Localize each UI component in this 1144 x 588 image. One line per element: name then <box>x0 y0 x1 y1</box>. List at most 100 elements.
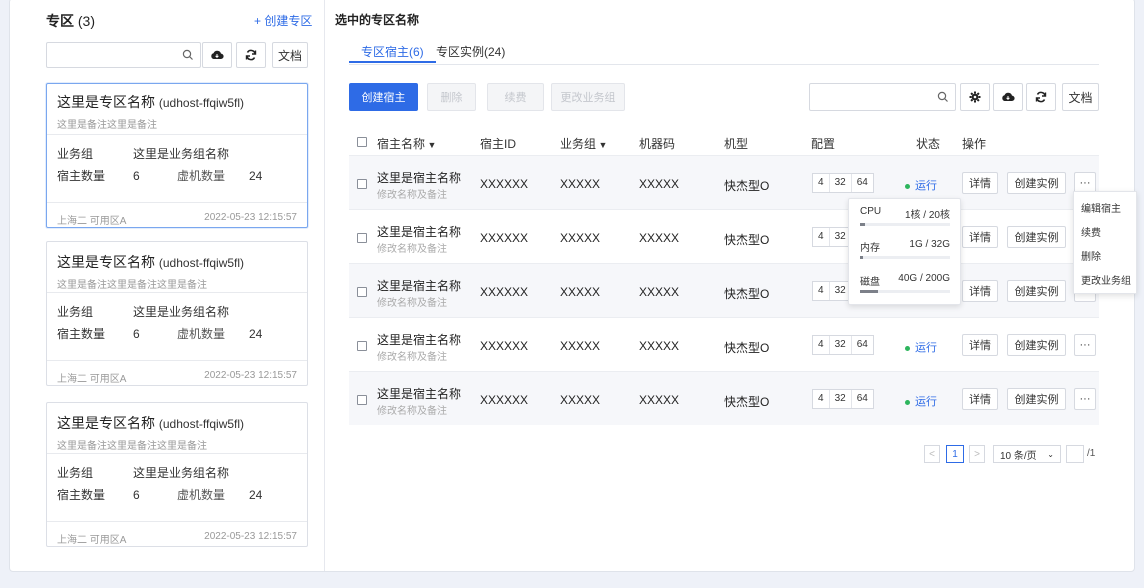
menu-item-delete[interactable]: 删除 <box>1081 248 1101 263</box>
edit-name-link[interactable]: 修改名称及备注 <box>377 294 447 309</box>
row-checkbox[interactable] <box>357 233 367 243</box>
host-group: XXXXX <box>560 177 601 191</box>
column-header-group[interactable]: 业务组 ▼ <box>560 135 607 152</box>
zone-name: 这里是专区名称 (udhost-ffqiw5fl) <box>57 254 245 270</box>
gear-icon <box>969 91 981 103</box>
create-host-button[interactable]: 创建宿主 <box>349 83 418 111</box>
status-dot-icon <box>905 345 910 351</box>
detail-button[interactable]: 详情 <box>962 334 998 356</box>
edit-name-link[interactable]: 修改名称及备注 <box>377 402 447 417</box>
zone-card-body: 业务组 这里是业务组名称 宿主数量 6 虚机数量 24 <box>47 454 307 522</box>
renew-button[interactable]: 续费 <box>487 83 544 111</box>
detail-button[interactable]: 详情 <box>962 226 998 248</box>
row-checkbox[interactable] <box>357 395 367 405</box>
create-instance-button[interactable]: 创建实例 <box>1007 334 1066 356</box>
group-label: 业务组 <box>57 305 94 319</box>
page-jump-input[interactable] <box>1066 445 1084 463</box>
menu-item-edit-host[interactable]: 编辑宿主 <box>1081 200 1121 215</box>
page-title: 选中的专区名称 <box>335 13 420 27</box>
row-checkbox[interactable] <box>357 341 367 351</box>
host-search-input[interactable] <box>809 83 956 111</box>
row-checkbox[interactable] <box>357 179 367 189</box>
column-header-ops: 操作 <box>962 137 987 151</box>
create-instance-button[interactable]: 创建实例 <box>1007 388 1066 410</box>
docs-button[interactable]: 文档 <box>272 42 308 68</box>
page-size-select[interactable]: 10 条/页 ⌄ <box>993 445 1061 463</box>
next-page-button[interactable]: > <box>969 445 985 463</box>
host-group: XXXXX <box>560 393 601 407</box>
more-actions-button[interactable]: ··· <box>1074 334 1096 356</box>
config-memory: 32 <box>830 174 852 192</box>
search-icon <box>182 49 193 60</box>
filter-icon[interactable]: ▼ <box>425 140 437 150</box>
host-group: XXXXX <box>560 339 601 353</box>
column-header-name[interactable]: 宿主名称 ▼ <box>377 135 436 152</box>
zone-detail-panel: 选中的专区名称 专区宿主(6) 专区实例(24) 创建宿主 删除 续费 更改业务… <box>326 0 1134 571</box>
zone-card[interactable]: 这里是专区名称 (udhost-ffqiw5fl) 这里是备注这里是备注这里是备… <box>46 402 308 547</box>
config-summary[interactable]: 432 64 <box>812 173 874 193</box>
tab-bar: 专区宿主(6) 专区实例(24) <box>349 43 1099 65</box>
detail-button[interactable]: 详情 <box>962 280 998 302</box>
cloud-download-button[interactable] <box>993 83 1023 111</box>
detail-button[interactable]: 详情 <box>962 388 998 410</box>
host-id: XXXXXX <box>480 231 529 245</box>
zone-name: 这里是专区名称 (udhost-ffqiw5fl) <box>57 415 245 431</box>
row-checkbox[interactable] <box>357 287 367 297</box>
column-header-id: 宿主ID <box>480 137 517 151</box>
detail-button[interactable]: 详情 <box>962 172 998 194</box>
table-row[interactable]: 这里是宿主名称修改名称及备注XXXXXXXXXXXXXXXX快杰型O43264运… <box>349 317 1099 371</box>
create-instance-button[interactable]: 创建实例 <box>1007 226 1066 248</box>
host-name: 这里是宿主名称 <box>377 333 462 347</box>
machine-code: XXXXX <box>639 177 680 191</box>
table-row[interactable]: 这里是宿主名称修改名称及备注XXXXXXXXXXXXXXXX快杰型O43264运… <box>349 263 1099 317</box>
config-usage-popover: CPU 1核 / 20核 内存 1G / 32G 磁盘 40G / 200G <box>848 198 961 305</box>
edit-name-link[interactable]: 修改名称及备注 <box>377 348 447 363</box>
tab-hosts[interactable]: 专区宿主(6) <box>349 43 436 63</box>
delete-button[interactable]: 删除 <box>427 83 476 111</box>
prev-page-button[interactable]: < <box>924 445 940 463</box>
docs-button[interactable]: 文档 <box>1062 83 1099 111</box>
table-row[interactable]: 这里是宿主名称修改名称及备注XXXXXXXXXXXXXXXX快杰型O43264运… <box>349 155 1099 209</box>
zone-list-title: 专区 (3) <box>46 13 96 29</box>
config-summary[interactable]: 432 64 <box>812 335 874 355</box>
select-all-checkbox[interactable] <box>357 137 367 147</box>
status-badge: 运行 <box>905 177 937 193</box>
tab-instances[interactable]: 专区实例(24) <box>436 43 505 60</box>
refresh-button[interactable] <box>1026 83 1056 111</box>
host-model: 快杰型O <box>724 179 770 193</box>
create-instance-button[interactable]: 创建实例 <box>1007 280 1066 302</box>
zone-created-time: 2022-05-23 12:15:57 <box>204 212 297 223</box>
host-id: XXXXXX <box>480 285 529 299</box>
cloud-icon <box>1002 92 1015 102</box>
menu-item-change-group[interactable]: 更改业务组 <box>1081 272 1131 287</box>
edit-name-link[interactable]: 修改名称及备注 <box>377 240 447 255</box>
settings-button[interactable] <box>960 83 990 111</box>
zone-note: 这里是备注这里是备注这里是备注 <box>57 441 207 452</box>
refresh-button[interactable] <box>236 42 266 68</box>
more-actions-button[interactable]: ··· <box>1074 388 1096 410</box>
create-instance-button[interactable]: 创建实例 <box>1007 172 1066 194</box>
filter-icon[interactable]: ▼ <box>596 140 608 150</box>
zone-card-footer: 上海二 可用区A 2022-05-23 12:15:57 <box>47 203 307 233</box>
create-zone-link[interactable]: + 创建专区 <box>254 12 312 29</box>
zone-card[interactable]: 这里是专区名称 (udhost-ffqiw5fl) 这里是备注这里是备注这里是备… <box>46 241 308 386</box>
zone-search-input[interactable] <box>46 42 201 68</box>
zone-created-time: 2022-05-23 12:15:57 <box>204 531 297 542</box>
cloud-download-button[interactable] <box>202 42 232 68</box>
host-name: 这里是宿主名称 <box>377 279 462 293</box>
group-value: 这里是业务组名称 <box>133 147 230 161</box>
vms-label: 虚机数量 <box>177 488 226 502</box>
refresh-icon <box>245 49 257 61</box>
page-number[interactable]: 1 <box>946 445 964 463</box>
zone-card[interactable]: 这里是专区名称 (udhost-ffqiw5fl) 这里是备注这里是备注 业务组… <box>46 83 308 228</box>
config-disk: 64 <box>856 177 868 188</box>
menu-item-renew[interactable]: 续费 <box>1081 224 1101 239</box>
change-group-button[interactable]: 更改业务组 <box>551 83 625 111</box>
table-row[interactable]: 这里是宿主名称修改名称及备注XXXXXXXXXXXXXXXX快杰型O43264运… <box>349 209 1099 263</box>
host-model: 快杰型O <box>724 395 770 409</box>
config-summary[interactable]: 432 64 <box>812 389 874 409</box>
column-header-model: 机型 <box>724 137 749 151</box>
edit-name-link[interactable]: 修改名称及备注 <box>377 186 447 201</box>
zone-region: 上海二 可用区A <box>57 216 127 227</box>
table-row[interactable]: 这里是宿主名称修改名称及备注XXXXXXXXXXXXXXXX快杰型O43264运… <box>349 371 1099 425</box>
